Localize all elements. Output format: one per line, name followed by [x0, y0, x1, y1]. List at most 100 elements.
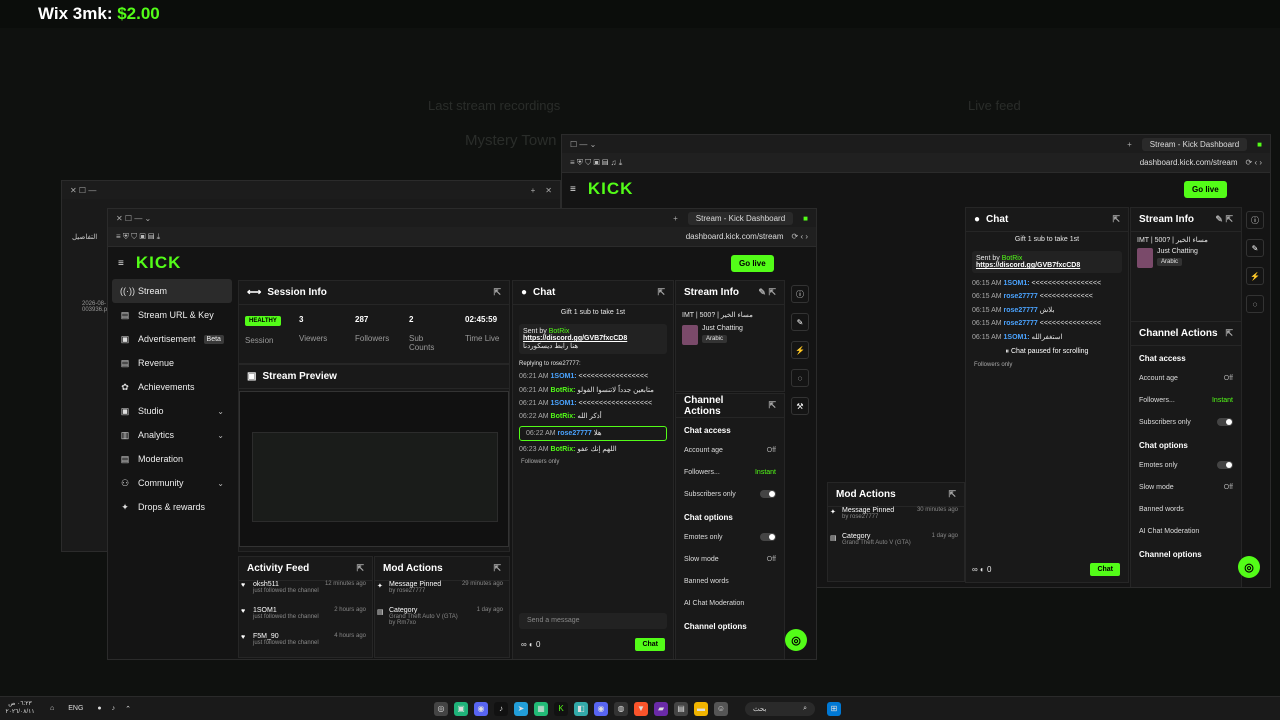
account-age-option[interactable]: Account age Off [676, 439, 784, 461]
info-icon[interactable]: ⓘ [1246, 211, 1264, 229]
search-box[interactable]: بحث ⌕ [745, 701, 816, 716]
edit-icon[interactable]: ✎ ⇱ [1215, 214, 1233, 225]
sidebar-item-advertisement[interactable]: ▣ Advertisement Beta [112, 327, 232, 351]
front-url-bar[interactable]: dashboard.kick.com/stream [168, 232, 784, 241]
app-icon[interactable]: ▦ [534, 701, 549, 716]
clock[interactable]: ٠٦:٢٣ ص ٢٠٢٦/٠٨/١١ [0, 701, 40, 715]
sidebar-item-achievements[interactable]: ✿ Achievements [112, 375, 232, 399]
info-icon[interactable]: ⓘ [791, 285, 809, 303]
popout-icon[interactable]: ⇱ [1112, 214, 1120, 225]
slow-mode-option[interactable]: Slow mode Off [676, 548, 784, 570]
volume-icon[interactable]: ♪ [112, 705, 116, 712]
menu-icon[interactable]: ≡ [570, 184, 576, 195]
kick-logo[interactable]: KICK [588, 179, 634, 199]
chat-icon[interactable]: ◌ [1246, 295, 1264, 313]
msg-user[interactable]: rose27777 [1004, 307, 1038, 314]
sidebar-item-moderation[interactable]: ▤ Moderation [112, 447, 232, 471]
chat-message[interactable]: 06:15 AM rose27777 بلاش [966, 304, 1128, 317]
kick-logo[interactable]: KICK [136, 253, 182, 273]
emotes-only-option[interactable]: Emotes only [1131, 454, 1241, 476]
telegram-icon[interactable]: ➤ [514, 701, 529, 716]
mod-action-row[interactable]: ✦ Message Pinned 29 minutes ago by rose2777… [375, 581, 509, 607]
msg-user[interactable]: BotRix: [551, 387, 576, 394]
mod-icon[interactable]: ⚒ [791, 397, 809, 415]
popout-icon[interactable]: ⇱ [657, 287, 665, 298]
ai-moderation-option[interactable]: AI Chat Moderation [1131, 520, 1241, 542]
chat-message[interactable]: 06:15 AM 1SOM1: <<<<<<<<<<<<<<<<< [966, 277, 1128, 290]
activity-row[interactable]: ♥ 1SOM1 2 hours ago just followed the chann… [239, 607, 372, 633]
pinned-link[interactable]: https://discord.gg/GVB7fxcCD8 [976, 262, 1080, 269]
back-tab[interactable]: Stream - Kick Dashboard [1141, 137, 1248, 151]
msg-user[interactable]: 1SOM1: [551, 373, 577, 380]
app-icon[interactable]: ◧ [574, 701, 589, 716]
go-live-button[interactable]: Go live [1184, 181, 1227, 198]
go-live-button[interactable]: Go live [731, 255, 774, 272]
sidebar-item-studio[interactable]: ▣ Studio ⌄ [112, 399, 232, 423]
chat-paused[interactable]: ⏸ Chat paused for scrolling [966, 344, 1128, 360]
pinned-link[interactable]: https://discord.gg/GVB7fxcCD8 [523, 335, 627, 342]
edit-icon[interactable]: ✎ [1246, 239, 1264, 257]
help-fab[interactable]: ◎ [785, 629, 807, 651]
emotes-toggle[interactable] [1217, 461, 1233, 469]
sidebar-item-stream[interactable]: ((·)) Stream [112, 279, 232, 303]
chat-message[interactable]: 06:21 AM BotRix: متابعين جدداً لاتنسوا ا… [513, 384, 673, 397]
sidebar-item-community[interactable]: ⚇ Community ⌄ [112, 471, 232, 495]
chat-message[interactable]: 06:23 AM BotRix: اللهم إنك عفو [513, 443, 673, 456]
slow-mode-option[interactable]: Slow mode Off [1131, 476, 1241, 498]
gift-banner[interactable]: Gift 1 sub to take 1st [966, 232, 1128, 247]
app-icon[interactable]: ▣ [454, 701, 469, 716]
chat-message[interactable]: 06:21 AM 1SOM1: <<<<<<<<<<<<<<<<<< [513, 397, 673, 410]
front-tab[interactable]: Stream - Kick Dashboard [687, 211, 794, 225]
app-icon[interactable]: ◉ [594, 701, 609, 716]
popout-icon[interactable]: ⇱ [493, 563, 501, 574]
msg-user[interactable]: rose27777 [1004, 293, 1038, 300]
msg-user[interactable]: rose27777 [558, 430, 592, 437]
activity-row[interactable]: ♥ F5M_90 4 hours ago just followed the chan… [239, 633, 372, 659]
chat-message[interactable]: 06:15 AM rose27777 <<<<<<<<<<<<<<< [966, 317, 1128, 330]
chat-send-button[interactable]: Chat [1090, 563, 1120, 576]
followers-option[interactable]: Followers... Instant [676, 461, 784, 483]
subscribers-only-option[interactable]: Subscribers only [1131, 411, 1241, 433]
discord-icon[interactable]: ◉ [474, 701, 489, 716]
sidebar-item-revenue[interactable]: ▤ Revenue [112, 351, 232, 375]
emotes-toggle[interactable] [760, 533, 776, 541]
language-indicator[interactable]: ENG [68, 705, 83, 712]
emotes-only-option[interactable]: Emotes only [676, 526, 784, 548]
tiktok-icon[interactable]: ♪ [494, 701, 509, 716]
menu-icon[interactable]: ≡ [118, 258, 124, 269]
msg-user[interactable]: 1SOM1: [1004, 280, 1030, 287]
banned-words-option[interactable]: Banned words [676, 570, 784, 592]
brave-icon[interactable]: ▼ [634, 701, 649, 716]
account-age-option[interactable]: Account age Off [1131, 367, 1241, 389]
avatar-icon[interactable]: ☺ [714, 701, 729, 716]
popout-icon[interactable]: ⇱ [493, 287, 501, 298]
pinned-user[interactable]: BotRix [1002, 255, 1023, 262]
start-icon[interactable]: ⊞ [827, 701, 842, 716]
chat-message-highlighted[interactable]: 06:22 AM rose27777 هلا [519, 425, 667, 442]
folder-icon[interactable]: ▬ [694, 701, 709, 716]
pinned-user[interactable]: BotRix [549, 328, 570, 335]
subscribers-only-option[interactable]: Subscribers only [676, 483, 784, 505]
app-icon[interactable]: ▤ [674, 701, 689, 716]
chat-icon[interactable]: ◌ [791, 369, 809, 387]
bolt-icon[interactable]: ⚡ [791, 341, 809, 359]
mod-action-row[interactable]: ▤ Category 1 day ago Grand Theft Auto V (GT… [375, 607, 509, 641]
banned-words-option[interactable]: Banned words [1131, 498, 1241, 520]
edit-icon[interactable]: ✎ [791, 313, 809, 331]
app-icon[interactable]: ▰ [654, 701, 669, 716]
popout-icon[interactable]: ⇱ [768, 400, 776, 411]
mod-action-row[interactable]: ▤ Category 1 day ago Grand Theft Auto V (GT… [828, 533, 964, 559]
notification-icon[interactable]: ⌂ [50, 705, 54, 712]
chat-send-button[interactable]: Chat [635, 638, 665, 651]
mic-icon[interactable]: ● [97, 705, 101, 712]
msg-user[interactable]: BotRix: [551, 446, 576, 453]
sidebar-item-drops[interactable]: ✦ Drops & rewards [112, 495, 232, 519]
sidebar-item-stream-url-key[interactable]: ▤ Stream URL & Key [112, 303, 232, 327]
chat-message[interactable]: 06:21 AM 1SOM1: <<<<<<<<<<<<<<<<< [513, 370, 673, 383]
subscribers-toggle[interactable] [760, 490, 776, 498]
msg-user[interactable]: rose27777 [1004, 320, 1038, 327]
popout-icon[interactable]: ⇱ [1225, 328, 1233, 339]
msg-user[interactable]: BotRix: [551, 413, 576, 420]
sidebar-item-analytics[interactable]: ▥ Analytics ⌄ [112, 423, 232, 447]
followers-option[interactable]: Followers... Instant [1131, 389, 1241, 411]
